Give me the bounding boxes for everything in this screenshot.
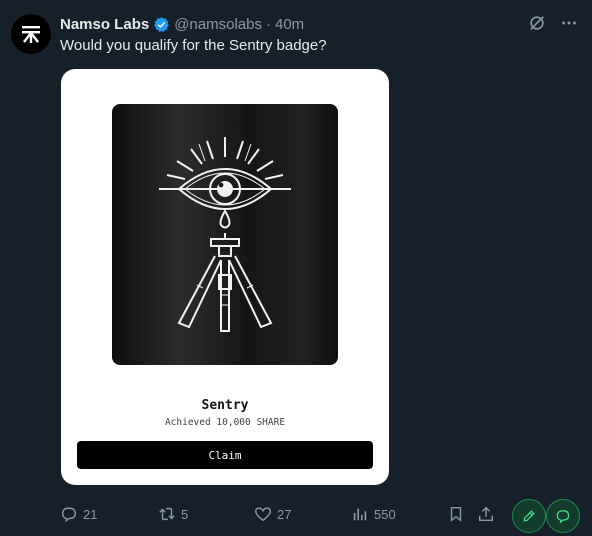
reply-count: 21 [83,506,98,522]
like-count: 27 [277,506,292,522]
author-handle[interactable]: @namsolabs [174,16,262,33]
post-time[interactable]: 40m [275,16,304,33]
edit-button[interactable] [512,499,546,533]
comment-icon [556,510,570,524]
avatar[interactable] [11,14,51,54]
views-action[interactable]: 550 [351,505,396,523]
views-icon [353,508,367,521]
author-name[interactable]: Namso Labs [60,16,149,33]
pencil-icon [523,510,535,522]
badge-card[interactable]: Sentry Achieved 10,000 SHARE Claim [61,69,389,485]
share-action[interactable] [477,505,495,523]
verified-badge-icon [153,16,170,33]
comment-button[interactable] [546,499,580,533]
repost-icon [159,507,175,521]
repost-action[interactable]: 5 [158,505,188,523]
repost-count: 5 [181,506,189,522]
like-action[interactable]: 27 [254,505,291,523]
sentry-badge-image [112,104,338,365]
grok-icon[interactable] [528,14,546,32]
reply-icon [61,507,77,523]
share-icon [478,506,494,522]
views-count: 550 [374,506,396,522]
more-options-icon[interactable] [560,14,578,32]
badge-subtitle: Achieved 10,000 SHARE [164,417,286,428]
separator-dot: · [265,15,271,33]
reply-action[interactable]: 21 [60,505,97,523]
action-bar: 21 5 27 550 [0,505,592,527]
post-header: Namso Labs @namsolabs · 40m [60,14,304,34]
post-text: Would you qualify for the Sentry badge? [60,37,327,54]
eye-tripod-icon [159,136,291,332]
badge-title: Sentry [201,398,249,413]
heart-icon [255,507,271,522]
namso-logo-icon [22,26,40,43]
bookmark-icon [450,506,462,522]
bookmark-action[interactable] [447,505,465,523]
claim-button[interactable]: Claim [77,441,373,469]
